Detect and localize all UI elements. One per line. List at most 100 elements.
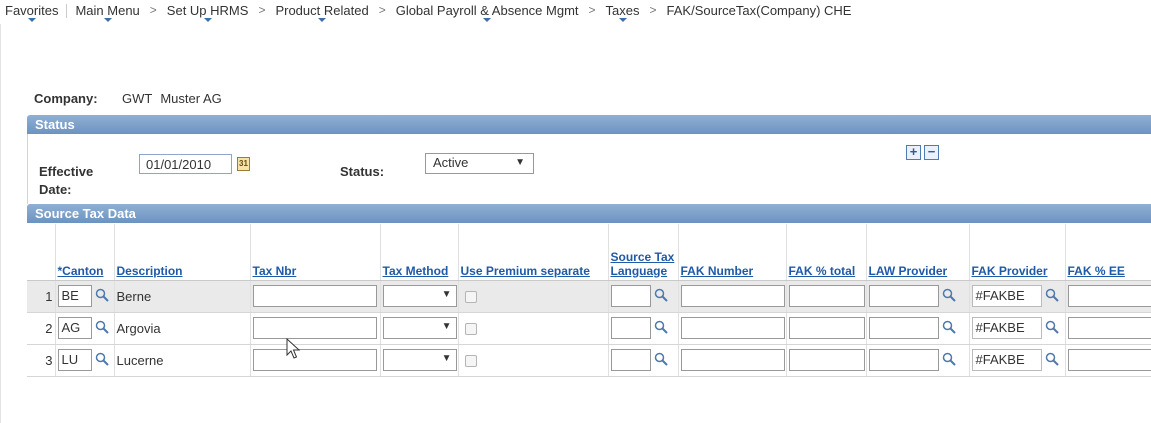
col-source-tax-language[interactable]: Source Tax Language <box>608 224 679 281</box>
fak-pct-total-cell <box>786 312 867 345</box>
source-tax-section-header: Source Tax Data <box>27 204 1151 223</box>
chevron-down-icon <box>483 18 492 22</box>
chevron-down-icon: ▼ <box>441 353 452 364</box>
source-tax-language-cell <box>608 312 679 345</box>
magnifier-icon[interactable] <box>654 320 670 336</box>
col-fak-number[interactable]: FAK Number <box>678 224 787 281</box>
canton-input[interactable]: BE <box>57 285 92 307</box>
magnifier-icon[interactable] <box>654 352 670 368</box>
tax-nbr-cell <box>250 280 381 313</box>
add-row-button[interactable]: + <box>906 145 921 160</box>
col-fak-provider[interactable]: FAK Provider <box>969 224 1066 281</box>
favorites-menu[interactable]: Favorites <box>5 3 58 22</box>
magnifier-icon[interactable] <box>942 320 958 336</box>
tax-method-select[interactable]: ▼ <box>382 349 457 371</box>
col-fak-pct-total[interactable]: FAK % total <box>786 224 867 281</box>
breadcrumb-main-menu[interactable]: Main Menu <box>75 3 140 22</box>
use-premium-checkbox[interactable] <box>464 323 477 336</box>
company-label: Company: <box>34 91 98 106</box>
canton-cell: AG <box>55 312 115 345</box>
breadcrumb-product-related[interactable]: Product Related <box>275 3 369 22</box>
source-tax-language-cell <box>608 344 679 377</box>
grid-header-row: *Canton Description Tax Nbr Tax Method U… <box>27 224 1151 281</box>
row-number: 2 <box>27 312 56 345</box>
tax-nbr-input[interactable] <box>252 349 377 371</box>
col-tax-method[interactable]: Tax Method <box>380 224 459 281</box>
col-canton[interactable]: *Canton <box>55 224 115 281</box>
use-premium-checkbox[interactable] <box>464 291 477 304</box>
fak-number-cell <box>678 312 787 345</box>
source-tax-language-input[interactable] <box>610 285 651 307</box>
breadcrumb-global-payroll[interactable]: Global Payroll & Absence Mgmt <box>396 3 579 22</box>
description-cell: Argovia <box>114 312 251 345</box>
source-tax-language-input[interactable] <box>610 349 651 371</box>
tax-nbr-input[interactable] <box>252 317 377 339</box>
breadcrumb: Favorites Main Menu > Set Up HRMS > Prod… <box>0 0 1151 24</box>
chevron-down-icon <box>203 18 212 22</box>
law-provider-cell <box>866 312 970 345</box>
fak-pct-ee-input[interactable] <box>1067 285 1151 307</box>
fak-pct-ee-input[interactable] <box>1067 317 1151 339</box>
magnifier-icon[interactable] <box>95 320 111 336</box>
use-premium-cell <box>458 344 609 377</box>
status-select-value: Active <box>433 155 469 170</box>
use-premium-checkbox[interactable] <box>464 355 477 368</box>
breadcrumb-separator: > <box>649 3 657 17</box>
magnifier-icon[interactable] <box>942 352 958 368</box>
fak-pct-total-input[interactable] <box>788 349 865 371</box>
effective-date-input[interactable]: 01/01/2010 <box>139 154 232 174</box>
canton-input[interactable]: LU <box>57 349 92 371</box>
breadcrumb-separator: > <box>378 3 386 17</box>
chevron-down-icon <box>618 18 627 22</box>
fak-number-input[interactable] <box>680 317 785 339</box>
col-law-provider[interactable]: LAW Provider <box>866 224 970 281</box>
col-description[interactable]: Description <box>114 224 251 281</box>
breadcrumb-setup-hrms[interactable]: Set Up HRMS <box>167 3 248 22</box>
tax-method-select[interactable]: ▼ <box>382 285 457 307</box>
tax-method-select[interactable]: ▼ <box>382 317 457 339</box>
tax-method-cell: ▼ <box>380 312 459 345</box>
row-number: 1 <box>27 280 56 313</box>
magnifier-icon[interactable] <box>1045 320 1061 336</box>
col-tax-nbr[interactable]: Tax Nbr <box>250 224 381 281</box>
magnifier-icon[interactable] <box>942 288 958 304</box>
law-provider-input[interactable] <box>868 349 939 371</box>
fak-number-cell <box>678 280 787 313</box>
fak-number-input[interactable] <box>680 349 785 371</box>
fak-provider-input[interactable]: #FAKBE <box>971 317 1042 339</box>
fak-pct-ee-input[interactable] <box>1067 349 1151 371</box>
law-provider-input[interactable] <box>868 317 939 339</box>
table-row: 1 BE Berne ▼ #FAKBE <box>27 280 1151 313</box>
magnifier-icon[interactable] <box>1045 288 1061 304</box>
breadcrumb-separator: > <box>588 3 596 17</box>
col-fak-pct-ee[interactable]: FAK % EE <box>1065 224 1151 281</box>
status-select[interactable]: Active ▼ <box>425 153 534 174</box>
col-use-premium-separate[interactable]: Use Premium separate <box>458 224 609 281</box>
tax-method-cell: ▼ <box>380 344 459 377</box>
fak-pct-total-cell <box>786 344 867 377</box>
fak-pct-ee-cell <box>1065 344 1151 377</box>
calendar-icon[interactable]: 31 <box>237 157 250 171</box>
fak-pct-total-input[interactable] <box>788 317 865 339</box>
breadcrumb-taxes[interactable]: Taxes <box>606 3 640 22</box>
status-label: Status: <box>340 164 385 179</box>
magnifier-icon[interactable] <box>1045 352 1061 368</box>
delete-row-button[interactable]: − <box>924 145 939 160</box>
canton-input[interactable]: AG <box>57 317 92 339</box>
law-provider-cell <box>866 280 970 313</box>
table-row: 3 LU Lucerne ▼ #FAKBE <box>27 344 1151 377</box>
row-number: 3 <box>27 344 56 377</box>
divider <box>66 4 68 18</box>
chevron-down-icon: ▼ <box>515 157 525 168</box>
fak-provider-input[interactable]: #FAKBE <box>971 285 1042 307</box>
magnifier-icon[interactable] <box>95 352 111 368</box>
tax-nbr-input[interactable] <box>252 285 377 307</box>
fak-number-input[interactable] <box>680 285 785 307</box>
fak-provider-cell: #FAKBE <box>969 344 1066 377</box>
magnifier-icon[interactable] <box>654 288 670 304</box>
source-tax-language-input[interactable] <box>610 317 651 339</box>
law-provider-input[interactable] <box>868 285 939 307</box>
magnifier-icon[interactable] <box>95 288 111 304</box>
fak-provider-input[interactable]: #FAKBE <box>971 349 1042 371</box>
fak-pct-total-input[interactable] <box>788 285 865 307</box>
